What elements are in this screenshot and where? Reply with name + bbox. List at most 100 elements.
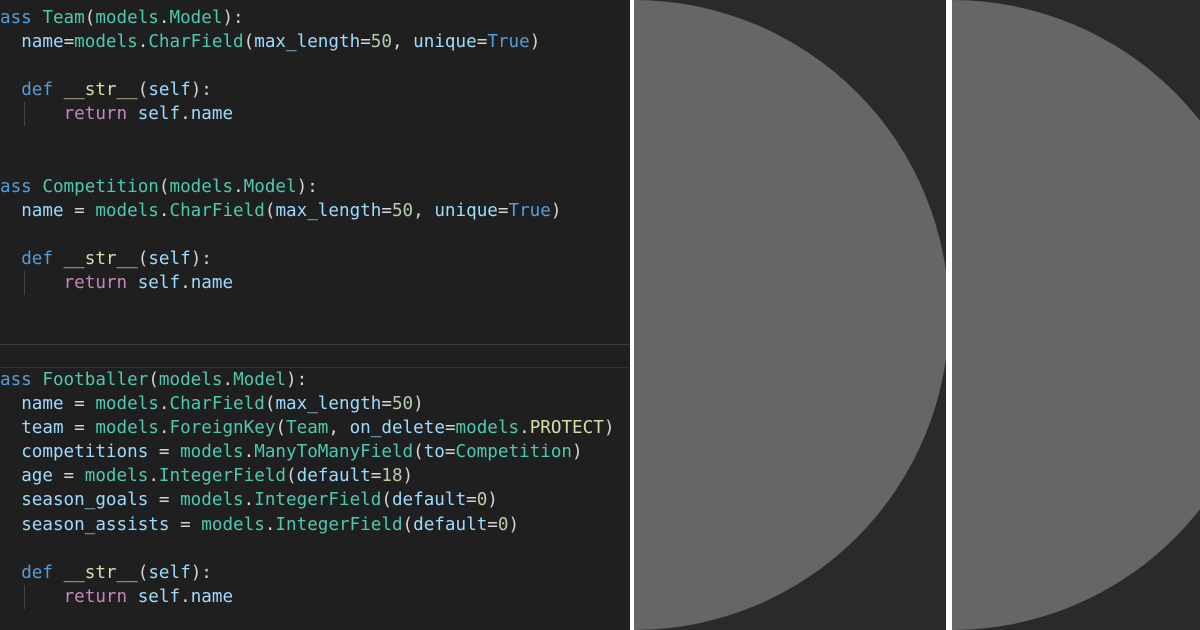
code-line: name=models.CharField(max_length=50, uni… (0, 30, 630, 54)
code-token: models (95, 394, 159, 415)
code-token: self (148, 248, 191, 269)
code-token: ) (508, 514, 520, 535)
code-token: ( (402, 514, 414, 535)
code-token: def (21, 248, 64, 269)
code-token: = (63, 418, 96, 439)
code-token: IntegerField (158, 466, 287, 487)
code-token: . (158, 200, 170, 221)
indent-guide (24, 271, 25, 296)
code-block-footballer: ass Footballer(models.Model): name = mod… (0, 368, 630, 609)
code-token: name (190, 273, 234, 294)
code-line: def __str__(self): (0, 247, 630, 271)
code-token: ( (381, 490, 392, 511)
code-token: ( (137, 562, 149, 583)
code-token: ( (148, 370, 159, 390)
half-circle-shape (634, 0, 946, 630)
code-token: models (84, 466, 149, 487)
code-token: ): (296, 176, 318, 197)
code-token: ) (603, 418, 615, 439)
code-token: = (63, 394, 96, 415)
code-token: Model (233, 370, 287, 390)
code-token: name (21, 32, 64, 53)
code-token: models (455, 418, 520, 439)
code-token: season_assists (21, 514, 170, 535)
half-circle-shape (952, 0, 1200, 630)
code-token: to (423, 442, 445, 463)
code-token: . (243, 490, 255, 511)
code-line: ass Footballer(models.Model): (0, 368, 630, 392)
code-token: . (158, 8, 170, 28)
code-token: , (328, 418, 350, 439)
code-editor[interactable]: ass Team(models.Model): name=models.Char… (0, 0, 630, 630)
code-token: default (413, 514, 488, 535)
code-token: CharField (148, 32, 244, 53)
code-token: = (360, 32, 371, 53)
code-token: = (63, 32, 75, 53)
code-token: . (180, 586, 191, 607)
code-token: team (21, 418, 64, 439)
code-token: ) (413, 394, 424, 415)
code-token: = (381, 394, 392, 415)
code-token: = (370, 466, 382, 487)
code-token: default (391, 490, 467, 511)
code-token: on_delete (349, 418, 445, 439)
code-line: season_assists = models.IntegerField(def… (0, 513, 630, 537)
code-line: return self.name (0, 271, 630, 296)
current-line-highlight (0, 344, 630, 368)
code-token: models (201, 514, 265, 535)
code-token: PROTECT (529, 418, 604, 439)
half-circle-left (634, 0, 946, 630)
code-token: ManyToManyField (254, 442, 414, 463)
code-token: = (466, 490, 477, 511)
code-token: . (519, 418, 530, 439)
indent-guide (24, 584, 25, 609)
code-token: models (74, 32, 138, 53)
code-token: __str__ (63, 248, 138, 269)
code-token: self (137, 104, 181, 125)
code-token: ass (0, 370, 43, 390)
code-token: return (63, 104, 138, 125)
code-token: True (487, 32, 530, 53)
code-token: True (508, 200, 551, 221)
code-line: name = models.CharField(max_length=50, u… (0, 199, 630, 223)
code-token: ass (0, 176, 43, 197)
code-token: ( (158, 176, 170, 197)
code-token: = (444, 418, 456, 439)
code-line: season_goals = models.IntegerField(defau… (0, 488, 630, 512)
code-token: = (169, 514, 202, 535)
code-token: self (148, 562, 191, 583)
code-token: ( (264, 394, 276, 415)
code-token: 0 (497, 514, 509, 535)
code-token: . (180, 273, 191, 294)
code-token: ( (137, 80, 149, 101)
code-token: . (180, 104, 191, 125)
code-line: ass Team(models.Model): (0, 6, 630, 30)
code-token: ( (286, 466, 297, 487)
code-token: = (487, 514, 498, 535)
code-token: ) (572, 442, 583, 463)
code-line: team = models.ForeignKey(Team, on_delete… (0, 416, 630, 440)
code-token: ): (190, 562, 212, 583)
code-token: unique (434, 200, 498, 221)
code-token: Model (243, 176, 297, 197)
code-token: models (95, 418, 159, 439)
code-token: Team (42, 8, 85, 28)
code-token: models (95, 8, 159, 28)
code-token: max_length (254, 32, 361, 53)
code-token: Model (169, 8, 223, 28)
code-token: = (381, 200, 392, 221)
code-token: CharField (169, 394, 265, 415)
code-token: return (63, 586, 138, 607)
code-token: IntegerField (254, 490, 382, 511)
code-token: 50 (370, 32, 392, 53)
code-token: __str__ (63, 80, 138, 101)
code-token: . (158, 418, 170, 439)
